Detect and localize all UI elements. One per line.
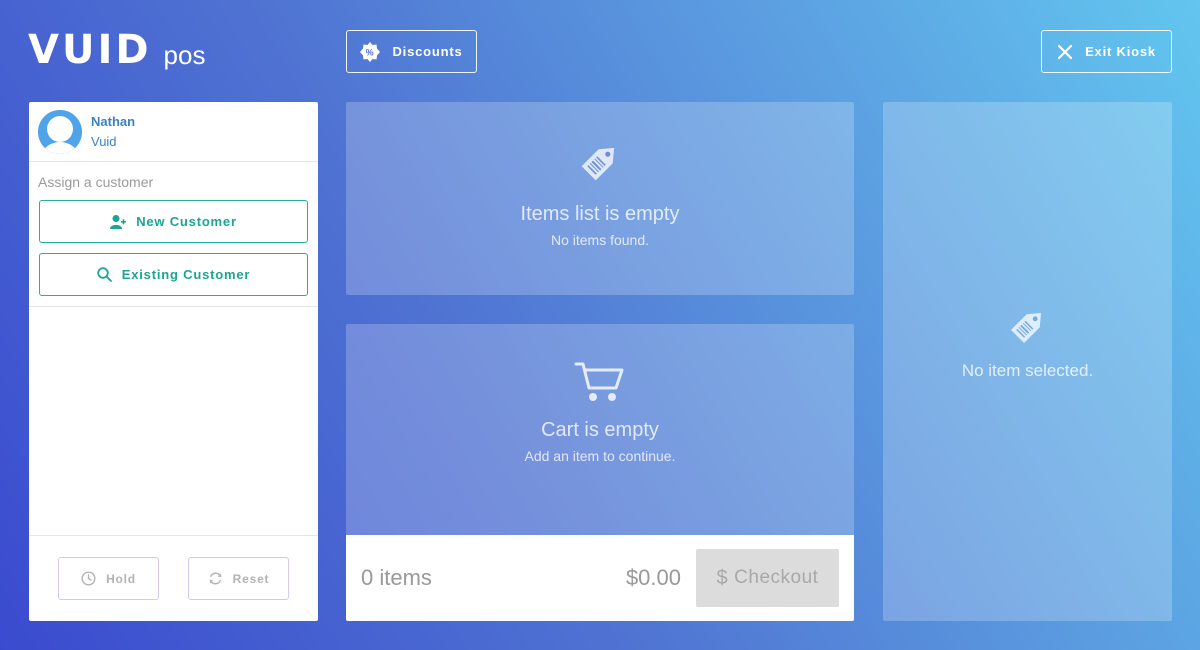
checkout-label: Checkout [734,567,819,588]
cart-icon [574,360,626,409]
cart-panel: Cart is empty Add an item to continue. [346,324,854,536]
avatar [38,109,82,154]
cart-total: $0.00 [625,565,681,590]
logo-mark: VUID [28,27,152,73]
search-icon [97,267,112,282]
vuid-pos-logo: VUID pos [28,30,205,70]
add-user-icon [110,214,127,230]
user-org: Vuid [91,134,117,149]
checkout-button[interactable]: $ Checkout [696,549,839,607]
new-customer-label: New Customer [136,214,237,229]
discounts-label: Discounts [392,44,463,59]
price-tag-icon [1004,302,1052,355]
hold-label: Hold [106,571,136,586]
clock-icon [81,571,96,586]
order-actions: Hold Reset [29,535,318,621]
reset-button[interactable]: Reset [188,557,289,600]
items-empty-subtitle: No items found. [550,232,650,248]
exit-kiosk-label: Exit Kiosk [1085,44,1156,59]
cart-item-count: 0 items [361,565,432,590]
user-name: Nathan [91,114,136,129]
existing-customer-label: Existing Customer [121,267,251,282]
exit-kiosk-button[interactable]: Exit Kiosk [1041,30,1172,73]
price-tag-icon [574,136,626,193]
user-info: Nathan Vuid [29,102,318,162]
assign-customer-label: Assign a customer [38,174,154,190]
svg-text:%: % [366,47,375,57]
discounts-button[interactable]: % Discounts [346,30,477,73]
item-detail-panel: No item selected. [883,102,1172,621]
no-item-selected-text: No item selected. [961,361,1094,380]
existing-customer-button[interactable]: Existing Customer [39,253,308,296]
cart-empty-subtitle: Add an item to continue. [524,448,676,464]
new-customer-button[interactable]: New Customer [39,200,308,243]
cart-empty-title: Cart is empty [541,419,659,441]
logo-suffix: pos [163,40,206,70]
cart-footer: 0 items $0.00 $ Checkout [346,535,854,621]
items-list-panel: Items list is empty No items found. [346,102,854,295]
divider [29,306,318,307]
items-empty-title: Items list is empty [520,203,680,225]
refresh-icon [208,571,223,586]
percent-badge-icon: % [360,41,381,62]
customer-panel: Nathan Vuid Assign a customer New Custom… [29,102,318,621]
hold-button[interactable]: Hold [58,557,159,600]
dollar-icon: $ [716,566,729,589]
reset-label: Reset [232,571,270,586]
close-icon [1057,44,1073,60]
